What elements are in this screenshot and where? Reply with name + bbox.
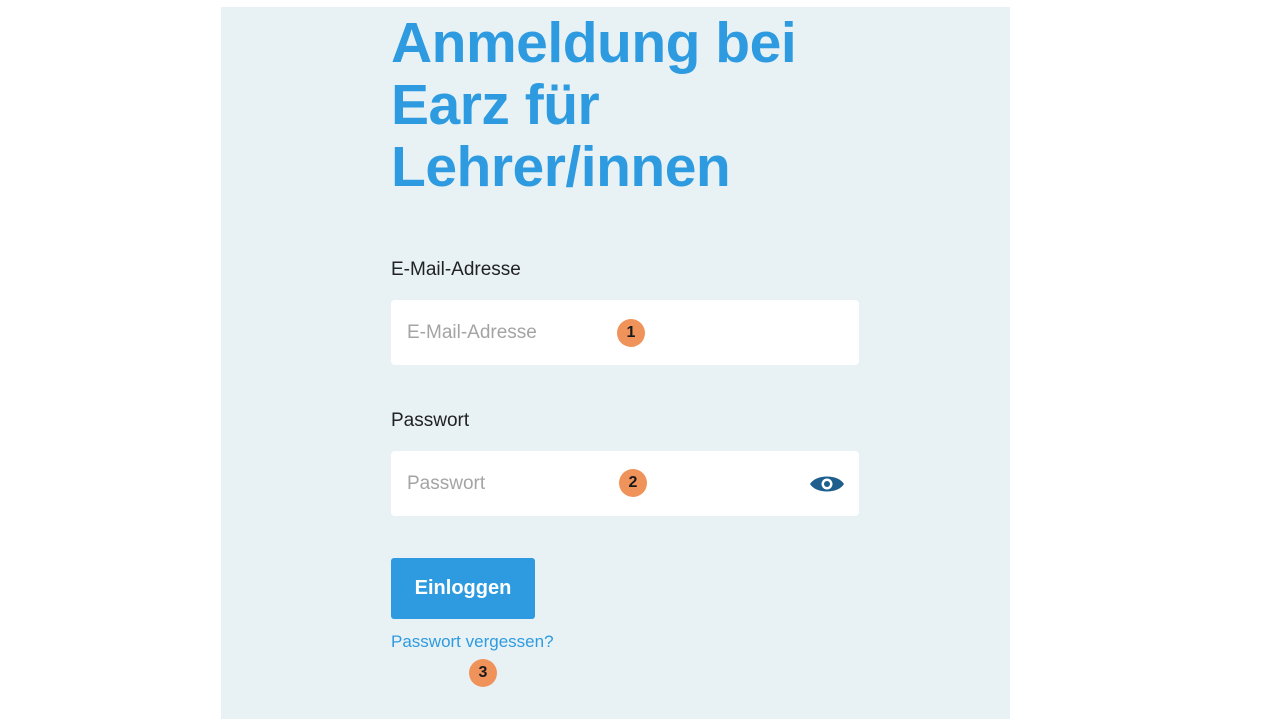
annotation-badge-1: 1: [617, 319, 645, 347]
page-title: Anmeldung bei Earz für Lehrer/innen: [391, 11, 797, 199]
annotation-badge-3: 3: [469, 659, 497, 687]
login-button[interactable]: Einloggen: [391, 558, 535, 619]
password-label: Passwort: [391, 410, 470, 431]
forgot-password-link[interactable]: Passwort vergessen?: [391, 632, 554, 652]
eye-icon[interactable]: [809, 472, 845, 496]
email-label: E-Mail-Adresse: [391, 259, 521, 280]
annotation-badge-2: 2: [619, 469, 647, 497]
